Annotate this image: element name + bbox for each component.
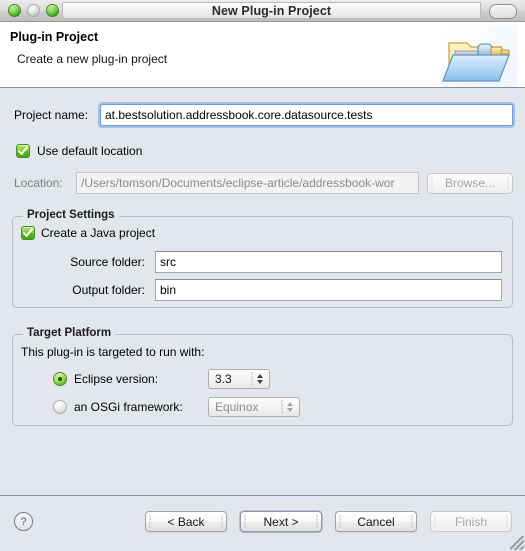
- target-platform-description: This plug-in is targeted to run with:: [21, 345, 205, 359]
- finish-button-label: Finish: [454, 514, 487, 529]
- target-platform-group: Target Platform This plug-in is targeted…: [12, 327, 513, 426]
- title-plate: New Plug-in Project: [62, 2, 481, 19]
- help-icon[interactable]: ?: [14, 512, 33, 531]
- project-name-label: Project name:: [14, 108, 89, 122]
- button-grip-left: [149, 515, 151, 528]
- zoom-button[interactable]: [46, 4, 59, 17]
- back-button[interactable]: < Back: [145, 511, 227, 532]
- use-default-location-checkbox[interactable]: [16, 144, 30, 158]
- project-name-input[interactable]: at.bestsolution.addressbook.core.datasou…: [100, 104, 513, 126]
- help-icon-glyph: ?: [20, 515, 27, 528]
- dialog-footer: ? < Back Next > Cancel Finish: [0, 497, 525, 551]
- use-default-location-row[interactable]: Use default location: [16, 144, 142, 158]
- minimize-button[interactable]: [27, 4, 40, 17]
- button-grip-right: [221, 515, 223, 528]
- eclipse-version-label: Eclipse version:: [74, 372, 159, 386]
- location-input[interactable]: /Users/tomson/Documents/eclipse-article/…: [76, 172, 419, 194]
- osgi-framework-combo[interactable]: Equinox: [208, 397, 300, 417]
- eclipse-version-row[interactable]: Eclipse version: 3.3: [53, 369, 270, 389]
- resize-grip-icon[interactable]: [510, 536, 524, 550]
- button-grip-right: [411, 515, 413, 528]
- eclipse-version-value: 3.3: [215, 372, 232, 386]
- wizard-body: Project name: at.bestsolution.addressboo…: [0, 88, 525, 496]
- button-grip-left: [244, 515, 246, 528]
- button-grip-left: [339, 515, 341, 528]
- button-grip-right: [507, 176, 509, 190]
- toolbar-toggle-button[interactable]: [489, 4, 517, 19]
- output-folder-row: Output folder: bin: [41, 279, 502, 301]
- osgi-framework-label: an OSGi framework:: [74, 400, 183, 414]
- arrow-up-icon[interactable]: [256, 374, 263, 378]
- spinner-arrows-icon[interactable]: [283, 398, 296, 416]
- source-folder-label: Source folder:: [70, 255, 145, 269]
- project-settings-group: Project Settings Create a Java project S…: [12, 209, 513, 308]
- osgi-framework-value: Equinox: [215, 400, 259, 414]
- combo-separator: [251, 372, 253, 386]
- wizard-header: Plug-in Project Create a new plug-in pro…: [0, 22, 525, 88]
- spinner-arrows-icon[interactable]: [253, 370, 266, 388]
- browse-button[interactable]: Browse...: [427, 172, 513, 194]
- button-grip-left: [431, 176, 433, 190]
- button-grip-right: [506, 515, 508, 528]
- target-platform-title: Target Platform: [23, 327, 116, 339]
- eclipse-version-combo[interactable]: 3.3: [208, 369, 270, 389]
- location-label: Location:: [14, 176, 63, 190]
- use-default-location-label: Use default location: [37, 144, 143, 158]
- create-java-project-checkbox[interactable]: [21, 226, 35, 240]
- arrow-down-icon[interactable]: [256, 380, 263, 384]
- combo-separator: [281, 400, 283, 414]
- close-button[interactable]: [8, 4, 21, 17]
- create-java-project-label: Create a Java project: [41, 226, 156, 240]
- window-controls: [0, 4, 59, 17]
- button-grip-left: [434, 515, 436, 528]
- output-folder-label: Output folder:: [72, 283, 145, 297]
- osgi-framework-row[interactable]: an OSGi framework: Equinox: [53, 397, 300, 417]
- footer-buttons: < Back Next > Cancel Finish: [145, 511, 512, 532]
- back-button-label: < Back: [167, 514, 205, 529]
- output-folder-input[interactable]: bin: [155, 279, 502, 301]
- source-folder-input[interactable]: src: [155, 251, 502, 273]
- arrow-down-icon[interactable]: [286, 408, 293, 412]
- new-plugin-project-dialog: New Plug-in Project Plug-in Project Crea…: [0, 0, 525, 551]
- window-title: New Plug-in Project: [211, 3, 332, 18]
- osgi-framework-radio[interactable]: [53, 400, 67, 414]
- next-button[interactable]: Next >: [240, 511, 322, 532]
- project-name-row: Project name: at.bestsolution.addressboo…: [14, 104, 513, 126]
- source-folder-row: Source folder: src: [41, 251, 502, 273]
- arrow-up-icon[interactable]: [286, 402, 293, 406]
- location-row: Location: /Users/tomson/Documents/eclips…: [14, 172, 513, 194]
- plugin-project-folder-icon: [441, 25, 517, 87]
- title-bar: New Plug-in Project: [0, 0, 525, 22]
- project-settings-title: Project Settings: [23, 209, 119, 221]
- eclipse-version-radio[interactable]: [53, 372, 67, 386]
- cancel-button-label: Cancel: [357, 514, 395, 529]
- finish-button[interactable]: Finish: [430, 511, 512, 532]
- next-button-label: Next >: [263, 514, 299, 529]
- create-java-project-row[interactable]: Create a Java project: [21, 226, 155, 240]
- footer-separator: [0, 495, 525, 496]
- button-grip-right: [316, 515, 318, 528]
- cancel-button[interactable]: Cancel: [335, 511, 417, 532]
- browse-button-label: Browse...: [444, 176, 495, 190]
